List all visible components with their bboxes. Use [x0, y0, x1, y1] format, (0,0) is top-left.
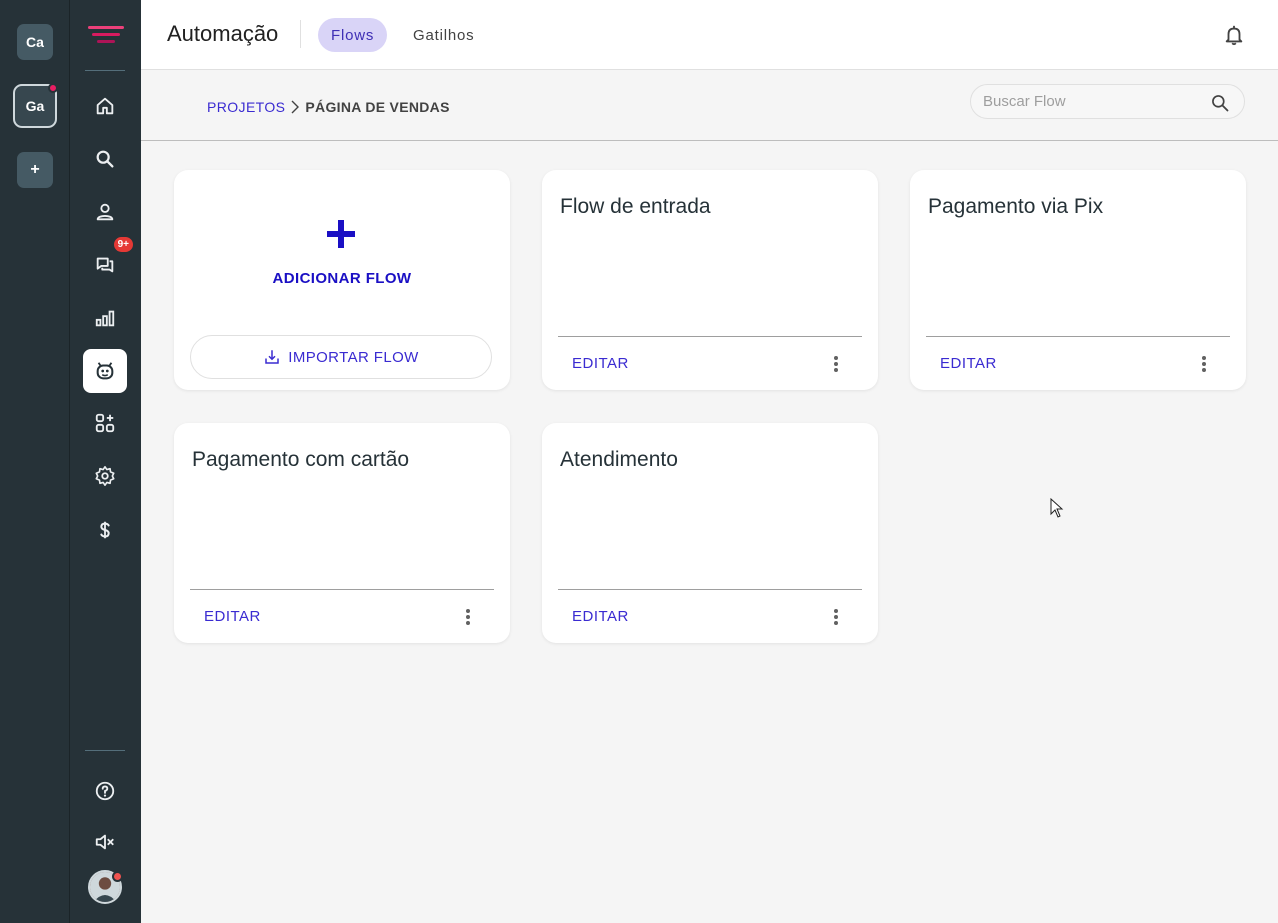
edit-button[interactable]: EDITAR	[940, 355, 997, 372]
add-workspace-button[interactable]: +	[17, 152, 53, 188]
breadcrumb: PROJETOS PÁGINA DE VENDAS	[207, 99, 450, 115]
nav-divider	[85, 750, 125, 751]
gear-icon	[95, 466, 115, 486]
edit-button[interactable]: EDITAR	[572, 355, 629, 372]
tab-gatilhos[interactable]: Gatilhos	[400, 18, 487, 52]
volume-mute-icon	[95, 834, 114, 850]
nav-item-help[interactable]	[83, 769, 127, 813]
workspace-ca[interactable]: Ca	[17, 24, 53, 60]
workspace-rail: Ca Ga +	[0, 0, 70, 923]
add-flow-card: ADICIONAR FLOW IMPORTAR FLOW	[174, 170, 510, 390]
breadcrumb-current: PÁGINA DE VENDAS	[305, 99, 450, 115]
nav-item-integrations[interactable]	[83, 401, 127, 445]
bell-icon[interactable]	[1223, 24, 1245, 46]
flow-card[interactable]: Pagamento via Pix EDITAR	[910, 170, 1246, 390]
home-icon	[96, 97, 114, 115]
nav-item-contacts[interactable]	[83, 190, 127, 234]
card-divider	[558, 336, 862, 337]
add-flow-button[interactable]: ADICIONAR FLOW	[174, 270, 510, 287]
tab-flows[interactable]: Flows	[318, 18, 388, 52]
more-options-icon[interactable]	[828, 354, 844, 374]
bot-icon	[96, 362, 114, 380]
nav-item-automation[interactable]	[83, 349, 127, 393]
flow-title: Flow de entrada	[560, 195, 711, 218]
more-options-icon[interactable]	[1196, 354, 1212, 374]
person-icon	[96, 203, 114, 221]
plus-icon[interactable]	[325, 218, 357, 250]
flow-title: Pagamento via Pix	[928, 195, 1104, 218]
search-icon[interactable]	[1210, 93, 1230, 113]
nav-divider	[85, 70, 125, 71]
edit-button[interactable]: EDITAR	[572, 608, 629, 625]
edit-button[interactable]: EDITAR	[204, 608, 261, 625]
status-dot	[112, 871, 123, 882]
card-divider	[926, 336, 1230, 337]
nav-item-billing[interactable]	[83, 508, 127, 552]
download-icon	[265, 350, 279, 364]
chat-icon	[96, 257, 114, 273]
workspace-label: Ga	[25, 98, 45, 114]
search-input[interactable]	[983, 93, 1203, 110]
add-workspace-label: +	[30, 161, 40, 178]
flow-card[interactable]: Atendimento EDITAR	[542, 423, 878, 643]
workspace-label: Ca	[26, 34, 44, 50]
nav-item-home[interactable]	[83, 84, 127, 128]
card-divider	[190, 589, 494, 590]
flow-title: Atendimento	[560, 448, 678, 471]
main-nav: 9+	[70, 0, 141, 923]
help-icon	[95, 781, 115, 801]
search-icon	[96, 150, 114, 168]
nav-item-chats[interactable]: 9+	[83, 237, 133, 287]
logo-icon	[88, 26, 124, 43]
bar-chart-icon	[95, 310, 115, 327]
workspace-ga[interactable]: Ga	[13, 83, 58, 128]
top-header: Automação Flows Gatilhos	[141, 0, 1278, 70]
dollar-icon	[100, 521, 110, 539]
flow-card[interactable]: Pagamento com cartão EDITAR	[174, 423, 510, 643]
card-divider	[558, 589, 862, 590]
page-title: Automação	[167, 21, 279, 46]
breadcrumb-projetos[interactable]: PROJETOS	[207, 99, 285, 115]
search-box	[970, 84, 1245, 119]
unread-badge: 9+	[113, 237, 133, 252]
import-flow-label: IMPORTAR FLOW	[288, 348, 419, 366]
nav-item-reports[interactable]	[83, 296, 127, 340]
nav-item-sound[interactable]	[83, 820, 127, 864]
chevron-right-icon	[291, 100, 300, 114]
apps-add-icon	[95, 413, 115, 433]
flow-card[interactable]: Flow de entrada EDITAR	[542, 170, 878, 390]
sub-header: PROJETOS PÁGINA DE VENDAS	[141, 70, 1278, 141]
header-divider	[300, 20, 301, 48]
nav-item-search[interactable]	[83, 137, 127, 181]
import-flow-button[interactable]: IMPORTAR FLOW	[190, 335, 492, 379]
flow-title: Pagamento com cartão	[192, 448, 410, 471]
mouse-cursor-icon	[1050, 498, 1064, 518]
more-options-icon[interactable]	[828, 607, 844, 627]
more-options-icon[interactable]	[460, 607, 476, 627]
nav-item-settings[interactable]	[83, 454, 127, 498]
notification-dot	[48, 83, 58, 93]
